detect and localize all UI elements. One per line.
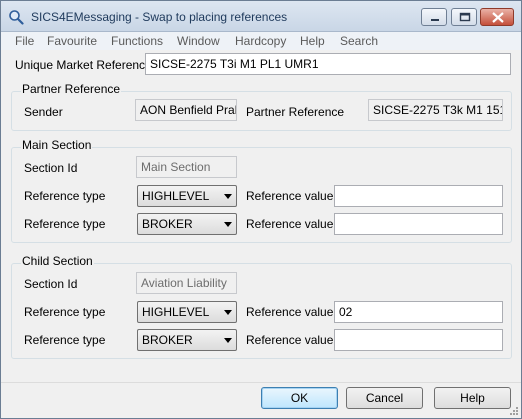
main-section-id-label: Section Id [24,161,78,175]
child-reference-type-value-2: BROKER [142,333,193,347]
dialog-window: SICS4EMessaging - Swap to placing refere… [0,0,522,419]
chevron-down-icon [224,222,232,227]
close-button[interactable] [480,8,514,26]
minimize-icon [431,19,439,21]
help-button[interactable]: Help [434,387,511,409]
menu-help[interactable]: Help [300,34,325,48]
main-section-title: Main Section [21,138,93,152]
child-reference-value-label: Reference value [246,305,334,319]
resize-grip-icon[interactable] [509,406,519,416]
child-section-id-label: Section Id [24,277,78,291]
window-title: SICS4EMessaging - Swap to placing refere… [31,10,288,24]
chevron-down-icon [224,194,232,199]
button-bar-divider [1,382,521,383]
main-reference-type-value: HIGHLEVEL [142,189,210,203]
umr-label: Unique Market Reference [15,58,152,72]
ok-button[interactable]: OK [261,387,338,409]
minimize-button[interactable] [421,8,447,26]
cancel-button[interactable]: Cancel [346,387,423,409]
child-reference-type-label-2: Reference type [24,333,106,347]
main-section-id-field: Main Section [136,156,237,178]
menu-hardcopy[interactable]: Hardcopy [235,34,286,48]
child-reference-value-label-2: Reference value [246,333,334,347]
main-reference-type-label-2: Reference type [24,217,106,231]
child-reference-value-field-2[interactable] [334,329,503,351]
title-bar[interactable]: SICS4EMessaging - Swap to placing refere… [1,1,521,32]
menu-file[interactable]: File [15,34,34,48]
child-reference-type-select-2[interactable]: BROKER [137,329,237,351]
menu-window[interactable]: Window [177,34,220,48]
partner-reference-field[interactable]: SICSE-2275 T3k M1 15111 [368,99,503,121]
sender-field[interactable]: AON Benfield Praha [135,99,237,121]
menu-bar: File Favourite Functions Window Hardcopy… [1,32,521,50]
main-reference-type-select-2[interactable]: BROKER [137,213,237,235]
main-reference-type-value-2: BROKER [142,217,193,231]
menu-search[interactable]: Search [340,34,378,48]
maximize-icon [459,12,471,22]
child-reference-type-select[interactable]: HIGHLEVEL [137,301,237,323]
partner-reference-label: Partner Reference [246,105,345,119]
menu-functions[interactable]: Functions [111,34,163,48]
child-section-id-field: Aviation Liability [136,272,237,294]
close-icon [492,12,504,23]
child-reference-type-label: Reference type [24,305,106,319]
sender-label: Sender [24,105,63,119]
child-reference-type-value: HIGHLEVEL [142,305,210,319]
chevron-down-icon [224,338,232,343]
main-reference-value-field[interactable] [334,185,503,207]
child-reference-value-field[interactable]: 02 [334,301,503,323]
main-reference-value-field-2[interactable] [334,213,503,235]
main-reference-value-label: Reference value [246,189,334,203]
main-reference-type-label: Reference type [24,189,106,203]
maximize-button[interactable] [451,8,477,26]
child-section-title: Child Section [21,254,94,268]
main-reference-type-select[interactable]: HIGHLEVEL [137,185,237,207]
magnifier-icon [9,10,24,25]
chevron-down-icon [224,310,232,315]
umr-field[interactable]: SICSE-2275 T3i M1 PL1 UMR1 [145,53,511,75]
main-reference-value-label-2: Reference value [246,217,334,231]
menu-favourite[interactable]: Favourite [47,34,97,48]
partner-reference-title: Partner Reference [21,82,122,96]
